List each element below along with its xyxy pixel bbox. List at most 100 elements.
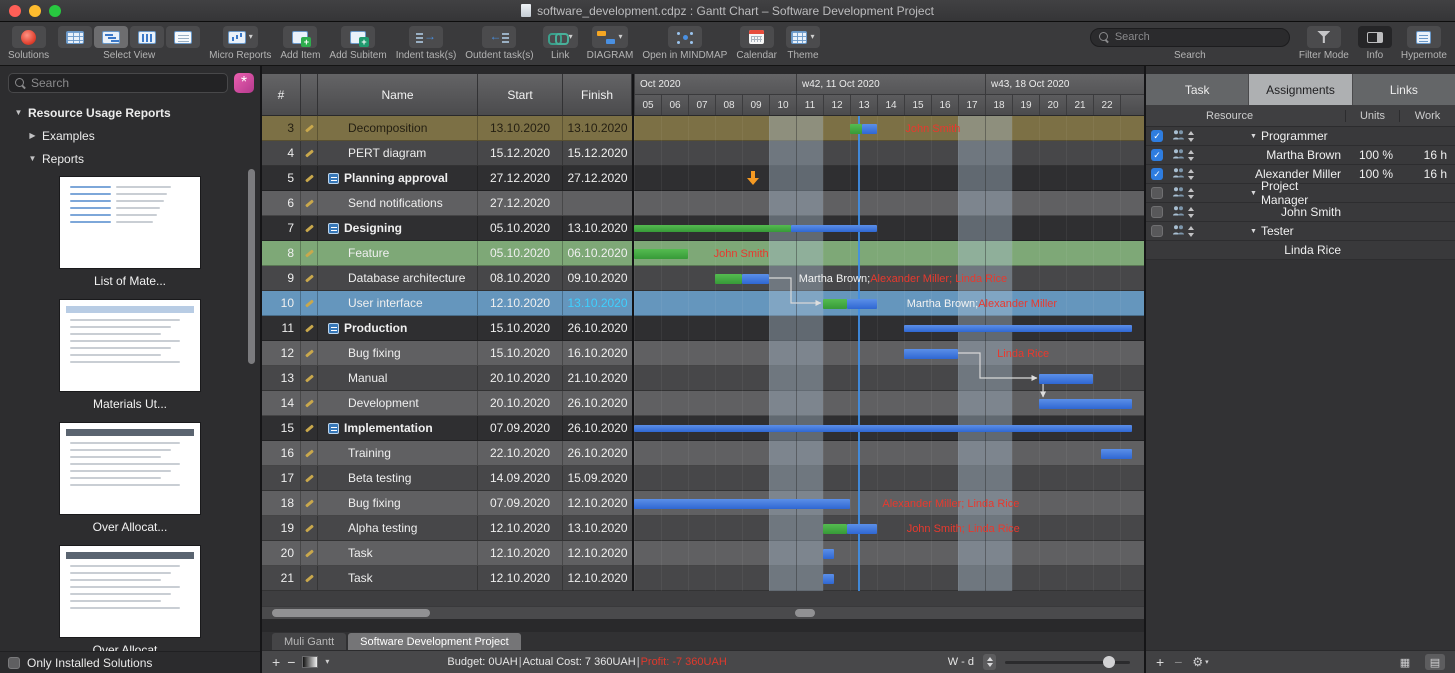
- task-edit-cell[interactable]: [301, 566, 318, 590]
- task-name-cell[interactable]: Planning approval: [318, 166, 478, 190]
- outdent-button[interactable]: [482, 26, 516, 48]
- collapse-triangle-icon[interactable]: ▼: [1250, 133, 1257, 140]
- gantt-bar[interactable]: [823, 574, 834, 584]
- task-finish-cell[interactable]: 26.10.2020: [563, 316, 632, 340]
- task-edit-cell[interactable]: [301, 291, 318, 315]
- task-finish-cell[interactable]: 12.10.2020: [563, 491, 632, 515]
- filter-button[interactable]: [1307, 26, 1341, 48]
- task-row[interactable]: 5Planning approval27.12.202027.12.2020: [262, 166, 632, 191]
- resource-checkbox[interactable]: [1151, 187, 1163, 199]
- gantt-bar[interactable]: [847, 299, 877, 309]
- task-name-cell[interactable]: Training: [318, 441, 478, 465]
- task-row[interactable]: 11Production15.10.202026.10.2020: [262, 316, 632, 341]
- grid-view-button[interactable]: ▦: [1395, 654, 1415, 670]
- task-row[interactable]: 17Beta testing14.09.202015.09.2020: [262, 466, 632, 491]
- gantt-bar[interactable]: [791, 225, 877, 232]
- gantt-bar[interactable]: [1039, 399, 1132, 409]
- list-view-button[interactable]: ▤: [1425, 654, 1445, 670]
- task-start-cell[interactable]: 20.10.2020: [478, 366, 563, 390]
- toolbar-search-field[interactable]: [1090, 28, 1290, 47]
- sidebar-item-examples[interactable]: ▶Examples: [0, 124, 260, 147]
- task-finish-cell[interactable]: 15.12.2020: [563, 141, 632, 165]
- sidebar-search-input[interactable]: [31, 76, 221, 90]
- tab-assignments[interactable]: Assignments: [1249, 74, 1352, 105]
- task-edit-cell[interactable]: [301, 391, 318, 415]
- task-name-cell[interactable]: Bug fixing: [318, 341, 478, 365]
- collapse-triangle-icon[interactable]: ▼: [1250, 190, 1257, 197]
- close-window-button[interactable]: [9, 5, 21, 17]
- task-edit-cell[interactable]: [301, 416, 318, 440]
- add-subitem-button[interactable]: [341, 26, 375, 48]
- sort-arrows-icon[interactable]: [1188, 207, 1195, 218]
- task-row[interactable]: 8Feature05.10.202006.10.2020: [262, 241, 632, 266]
- resource-row-linda-rice[interactable]: Linda Rice: [1146, 241, 1455, 260]
- task-start-cell[interactable]: 27.12.2020: [478, 191, 563, 215]
- task-finish-cell[interactable]: 26.10.2020: [563, 391, 632, 415]
- resource-checkbox[interactable]: ✓: [1151, 168, 1163, 180]
- zoom-slider[interactable]: [1005, 655, 1130, 669]
- task-start-cell[interactable]: 20.10.2020: [478, 391, 563, 415]
- resource-row-programmer[interactable]: ✓▼Programmer: [1146, 127, 1455, 146]
- format-dropdown-chevron[interactable]: ▾: [325, 658, 329, 666]
- task-finish-cell[interactable]: 12.10.2020: [563, 541, 632, 565]
- task-row[interactable]: 16Training22.10.202026.10.2020: [262, 441, 632, 466]
- micro-reports-button[interactable]: ▾: [223, 26, 258, 48]
- column-header-number[interactable]: #: [262, 74, 301, 116]
- sort-arrows-icon[interactable]: [1188, 226, 1195, 237]
- sort-arrows-icon[interactable]: [1188, 150, 1195, 161]
- view-board-button[interactable]: [130, 26, 164, 48]
- task-edit-cell[interactable]: [301, 216, 318, 240]
- task-name-cell[interactable]: User interface: [318, 291, 478, 315]
- task-name-cell[interactable]: Manual: [318, 366, 478, 390]
- resource-checkbox[interactable]: [1151, 206, 1163, 218]
- gantt-bar[interactable]: [847, 524, 877, 534]
- task-name-cell[interactable]: Database architecture: [318, 266, 478, 290]
- view-table-button[interactable]: [58, 26, 92, 48]
- gantt-bar[interactable]: [904, 325, 1132, 332]
- task-finish-cell[interactable]: 26.10.2020: [563, 416, 632, 440]
- solutions-button[interactable]: [12, 26, 46, 48]
- task-edit-cell[interactable]: [301, 491, 318, 515]
- task-name-cell[interactable]: Implementation: [318, 416, 478, 440]
- task-start-cell[interactable]: 15.12.2020: [478, 141, 563, 165]
- column-header-name[interactable]: Name: [318, 74, 478, 116]
- task-edit-cell[interactable]: [301, 116, 318, 140]
- resource-checkbox[interactable]: ✓: [1151, 130, 1163, 142]
- document-tab-software-development-project[interactable]: Software Development Project: [348, 633, 521, 650]
- gantt-bar[interactable]: [823, 524, 847, 534]
- task-row[interactable]: 14Development20.10.202026.10.2020: [262, 391, 632, 416]
- task-edit-cell[interactable]: [301, 366, 318, 390]
- hypernote-button[interactable]: [1407, 26, 1441, 48]
- task-start-cell[interactable]: 13.10.2020: [478, 116, 563, 140]
- task-row[interactable]: 18Bug fixing07.09.202012.10.2020: [262, 491, 632, 516]
- task-row[interactable]: 7Designing05.10.202013.10.2020: [262, 216, 632, 241]
- task-start-cell[interactable]: 05.10.2020: [478, 241, 563, 265]
- task-name-cell[interactable]: Designing: [318, 216, 478, 240]
- task-edit-cell[interactable]: [301, 166, 318, 190]
- task-row[interactable]: 19Alpha testing12.10.202013.10.2020: [262, 516, 632, 541]
- task-edit-cell[interactable]: [301, 541, 318, 565]
- resource-checkbox[interactable]: [1151, 225, 1163, 237]
- view-gantt-button[interactable]: [94, 26, 128, 48]
- task-edit-cell[interactable]: [301, 141, 318, 165]
- sort-arrows-icon[interactable]: [1188, 188, 1195, 199]
- task-finish-cell[interactable]: 27.12.2020: [563, 166, 632, 190]
- task-start-cell[interactable]: 07.09.2020: [478, 491, 563, 515]
- task-finish-cell[interactable]: 13.10.2020: [563, 116, 632, 140]
- task-start-cell[interactable]: 08.10.2020: [478, 266, 563, 290]
- link-button[interactable]: ▾: [543, 26, 578, 48]
- task-row[interactable]: 4PERT diagram15.12.202015.12.2020: [262, 141, 632, 166]
- sort-arrows-icon[interactable]: [1188, 169, 1195, 180]
- gantt-bar[interactable]: [742, 274, 769, 284]
- report-thumbnail[interactable]: Over Allocat...: [59, 422, 201, 543]
- task-name-cell[interactable]: Production: [318, 316, 478, 340]
- task-start-cell[interactable]: 22.10.2020: [478, 441, 563, 465]
- task-row[interactable]: 12Bug fixing15.10.202016.10.2020: [262, 341, 632, 366]
- remove-task-button[interactable]: −: [287, 655, 295, 669]
- indent-button[interactable]: [409, 26, 443, 48]
- task-edit-cell[interactable]: [301, 516, 318, 540]
- sidebar-scrollbar[interactable]: [248, 169, 255, 364]
- task-name-cell[interactable]: Decomposition: [318, 116, 478, 140]
- resource-row-john-smith[interactable]: John Smith: [1146, 203, 1455, 222]
- task-start-cell[interactable]: 14.09.2020: [478, 466, 563, 490]
